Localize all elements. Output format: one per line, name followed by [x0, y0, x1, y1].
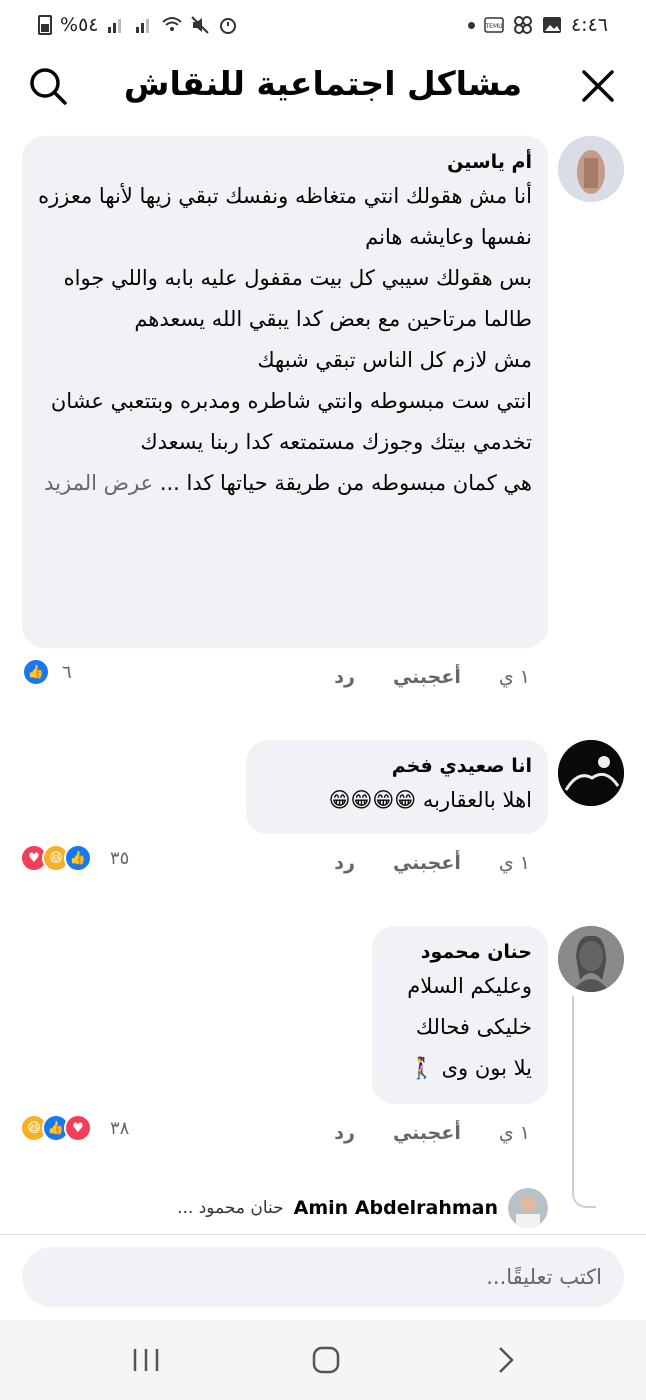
- comment-author[interactable]: انا صعيدي فخم: [262, 752, 532, 780]
- composer-bar: اكتب تعليقًا...: [0, 1234, 646, 1320]
- system-nav-bar: [0, 1320, 646, 1400]
- comment-age[interactable]: ١ ي: [499, 666, 530, 688]
- comment-author[interactable]: حنان محمود: [388, 938, 532, 966]
- avatar[interactable]: [558, 136, 624, 202]
- status-left: %٥٤: [38, 14, 238, 36]
- header: مشاكل اجتماعية للنقاش: [0, 52, 646, 118]
- see-more-link[interactable]: عرض المزيد: [44, 471, 153, 495]
- like-reaction-icon: 👍: [22, 658, 50, 686]
- back-icon: [499, 1347, 514, 1373]
- reaction-summary[interactable]: 😆 👍 ♥ ٣٨: [20, 1114, 129, 1142]
- reaction-summary[interactable]: 👍 ٦: [22, 658, 72, 686]
- comment-bubble[interactable]: حنان محمود وعليكم السلام خليكى فحالك يلا…: [372, 926, 548, 1104]
- pinwheel-icon: [513, 16, 532, 34]
- signal-icon: [108, 19, 122, 33]
- avatar-image: [558, 136, 624, 202]
- page-title: مشاكل اجتماعية للنقاش: [123, 64, 523, 103]
- battery-level: %٥٤: [60, 14, 99, 36]
- avatar-image: [558, 740, 624, 806]
- reply-author: Amin Abdelrahman: [293, 1197, 498, 1219]
- reply-button[interactable]: رد: [334, 852, 355, 874]
- reply-button[interactable]: رد: [334, 1122, 355, 1144]
- signal-icon-2: [136, 19, 150, 33]
- close-icon: [582, 70, 614, 102]
- comment-text-wrap: أنا مش هقولك انتي متغاظه ونفسك تبقي زيها…: [38, 176, 532, 504]
- avatar-image: [558, 926, 624, 992]
- back-button[interactable]: [484, 1338, 528, 1382]
- avatar-image: [508, 1188, 548, 1228]
- comment-text: أنا مش هقولك انتي متغاظه ونفسك تبقي زيها…: [38, 184, 532, 495]
- like-button[interactable]: أعجبني: [393, 852, 461, 874]
- comment-text: وعليكم السلام خليكى فحالك يلا بون وى 🚶‍♀…: [407, 974, 532, 1080]
- reply-thread-line: [572, 996, 596, 1208]
- recent-apps-icon: [133, 1349, 159, 1371]
- reply-preview[interactable]: Amin Abdelrahman حنان محمود ...: [177, 1188, 548, 1228]
- reaction-icons: 😆 👍 ♥: [20, 1114, 92, 1142]
- temu-icon: TEMU: [484, 17, 504, 33]
- svg-text:TEMU: TEMU: [484, 23, 502, 30]
- avatar[interactable]: [558, 740, 624, 806]
- notification-dot: [467, 21, 475, 29]
- comment-age[interactable]: ١ ي: [499, 1122, 530, 1144]
- status-right: TEMU ٤:٤٦: [467, 14, 608, 36]
- comment-actions: ١ ي أعجبني رد: [334, 852, 530, 874]
- comment-input[interactable]: اكتب تعليقًا...: [22, 1247, 624, 1307]
- love-reaction-icon: ♥: [64, 1114, 92, 1142]
- reaction-count: ٦: [62, 661, 72, 683]
- battery-icon: [38, 15, 52, 35]
- comment-age[interactable]: ١ ي: [499, 852, 530, 874]
- reaction-summary[interactable]: ♥ 😆 👍 ٣٥: [20, 844, 129, 872]
- comment-actions: ١ ي أعجبني رد: [334, 666, 530, 688]
- reaction-count: ٣٥: [110, 847, 130, 869]
- reaction-icons: 👍: [22, 658, 50, 686]
- alarm-icon: [220, 18, 237, 34]
- reply-snippet: حنان محمود ...: [177, 1198, 284, 1218]
- like-button[interactable]: أعجبني: [393, 1122, 461, 1144]
- wifi-icon: [162, 17, 183, 31]
- home-button[interactable]: [304, 1338, 348, 1382]
- reaction-icons: ♥ 😆 👍: [20, 844, 92, 872]
- like-reaction-icon: 👍: [64, 844, 92, 872]
- close-button[interactable]: [576, 64, 620, 108]
- comment-text: اهلا بالعقاربه 😁😁😁😁: [328, 788, 532, 812]
- like-button[interactable]: أعجبني: [393, 666, 461, 688]
- comment-bubble[interactable]: أم ياسين أنا مش هقولك انتي متغاظه ونفسك …: [22, 136, 548, 648]
- comment-author[interactable]: أم ياسين: [38, 148, 532, 176]
- reply-button[interactable]: رد: [334, 666, 355, 688]
- comment-bubble[interactable]: انا صعيدي فخم اهلا بالعقاربه 😁😁😁😁: [246, 740, 548, 834]
- avatar[interactable]: [558, 926, 624, 992]
- comment-actions: ١ ي أعجبني رد: [334, 1122, 530, 1144]
- avatar: [508, 1188, 548, 1228]
- recent-apps-button[interactable]: [124, 1338, 168, 1382]
- gallery-icon: [542, 17, 561, 33]
- home-icon: [312, 1346, 340, 1374]
- reaction-count: ٣٨: [110, 1117, 130, 1139]
- clock: ٤:٤٦: [570, 14, 608, 36]
- mute-icon: [191, 16, 210, 34]
- status-bar: %٥٤ TEMU ٤:٤٦: [0, 0, 646, 52]
